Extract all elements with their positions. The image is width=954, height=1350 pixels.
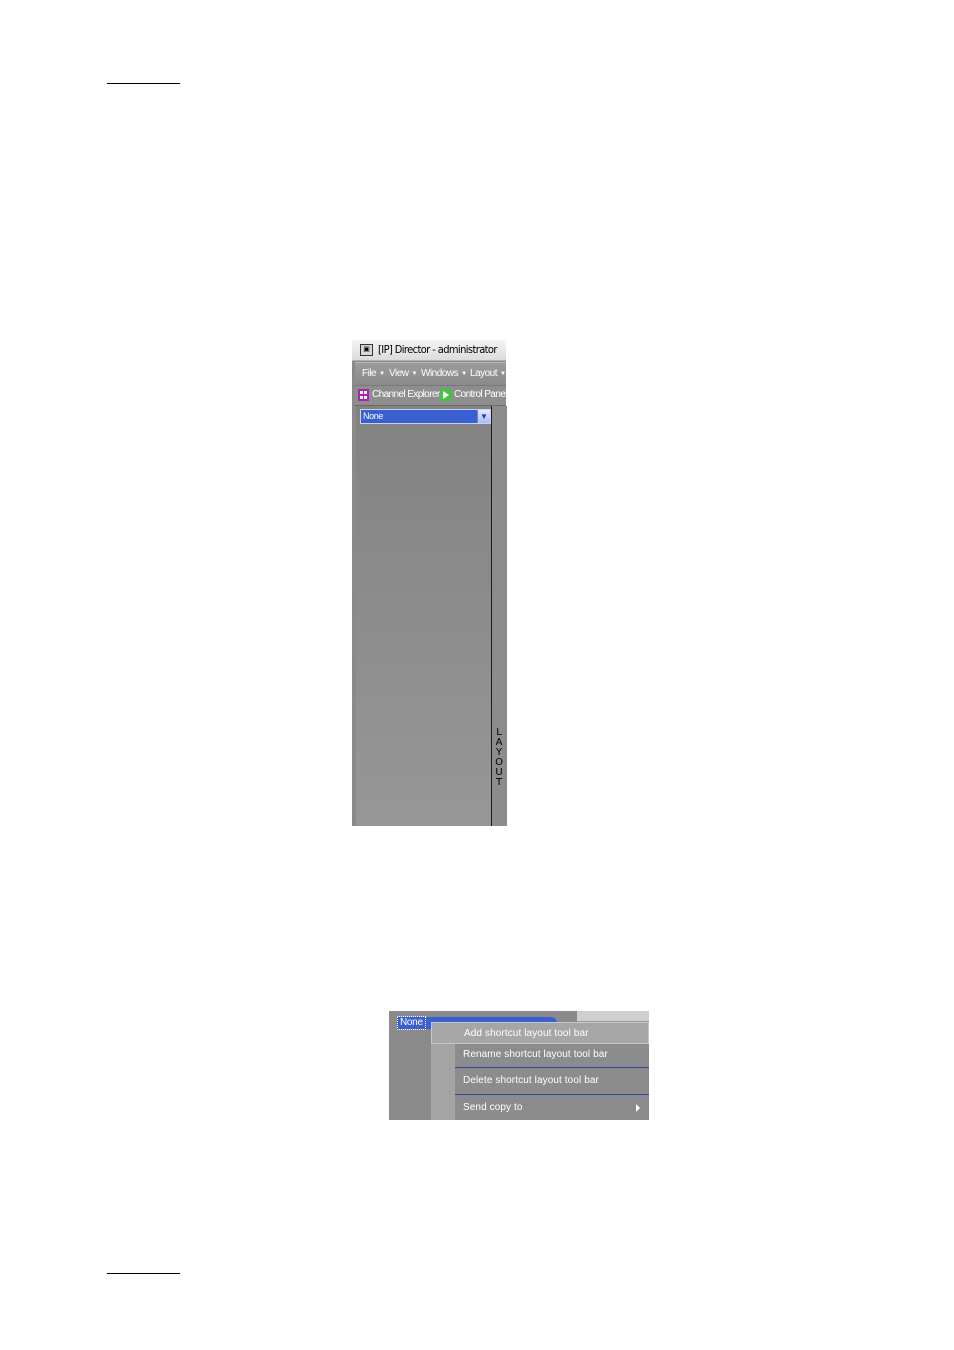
chevron-right-icon — [636, 1104, 640, 1112]
layout-select[interactable]: None ▼ — [360, 409, 491, 424]
chevron-down-icon: ▼ — [500, 371, 506, 377]
menu-view[interactable]: View ▼ — [389, 368, 417, 380]
menu-file[interactable]: File ▼ — [362, 368, 385, 380]
page-header-rule — [107, 83, 180, 84]
chevron-down-icon: ▼ — [411, 371, 418, 377]
context-menu: Add shortcut layout tool bar Rename shor… — [431, 1022, 649, 1120]
layout-tab-label: LAYOUT — [495, 727, 503, 788]
menu-item-add-shortcut-layout-toolbar[interactable]: Add shortcut layout tool bar — [431, 1022, 649, 1044]
menu-layout[interactable]: Layout ▼ — [470, 368, 506, 380]
channel-explorer-icon[interactable] — [358, 389, 369, 401]
app-icon: ▣ — [360, 344, 373, 356]
chevron-down-icon[interactable]: ▼ — [477, 410, 490, 423]
menu-windows[interactable]: Windows ▼ — [421, 368, 467, 380]
chevron-down-icon: ▼ — [461, 371, 467, 377]
menu-separator — [455, 1094, 649, 1095]
menu-item-rename-shortcut-layout-toolbar[interactable]: Rename shortcut layout tool bar — [431, 1044, 649, 1066]
layout-select-value: None — [397, 1016, 426, 1030]
shortcut-context-menu-screenshot: None Add shortcut layout tool bar Rename… — [389, 1011, 649, 1120]
menubar: File ▼ View ▼ Windows ▼ Layout ▼ — [355, 362, 506, 385]
ip-director-window: ▣ [IP] Director - administrator File ▼ Vi… — [352, 340, 507, 826]
shortcut-control-panel[interactable]: Control Panel — [454, 389, 507, 401]
layout-panel: None ▼ — [356, 406, 491, 826]
menu-item-delete-shortcut-layout-toolbar[interactable]: Delete shortcut layout tool bar — [431, 1070, 649, 1092]
control-panel-icon[interactable] — [440, 389, 451, 401]
menu-item-send-copy-to[interactable]: Send copy to — [431, 1097, 649, 1119]
shortcut-toolbar: Channel Explorer Control Panel — [355, 385, 507, 406]
window-title: [IP] Director - administrator — [378, 343, 497, 356]
window-titlebar[interactable]: ▣ [IP] Director - administrator — [352, 340, 506, 361]
page-footer-rule — [107, 1273, 180, 1274]
layout-vertical-tab[interactable]: LAYOUT — [491, 406, 507, 826]
background-panel — [577, 1011, 649, 1022]
menu-separator — [455, 1067, 649, 1068]
chevron-down-icon: ▼ — [379, 371, 385, 377]
layout-select-value: None — [363, 411, 383, 421]
shortcut-channel-explorer[interactable]: Channel Explorer — [372, 389, 440, 401]
